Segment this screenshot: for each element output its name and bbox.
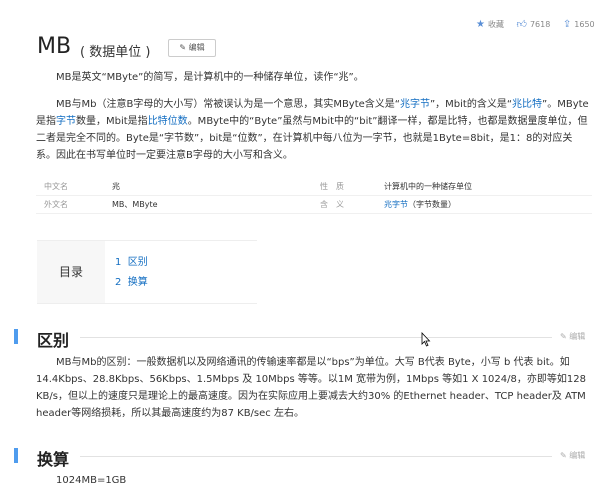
thumbs-up-icon[interactable]: 👍︎ (517, 18, 527, 30)
info-value: MB、MByte (112, 200, 158, 209)
share-count: 1650 (574, 19, 595, 29)
intro-text: 数量，Mbit是指 (76, 116, 148, 127)
section-edit-button[interactable]: ✎ 编辑 (560, 450, 585, 461)
section-divider (80, 337, 552, 338)
share-icon[interactable]: ⇪ (563, 19, 571, 30)
pencil-icon: ✎ (560, 332, 567, 341)
toc-item-difference[interactable]: 1 区别 (115, 253, 148, 268)
section-edit-button[interactable]: ✎ 编辑 (560, 331, 585, 342)
info-key: 性 质 (320, 182, 344, 191)
link-megabyte-info[interactable]: 兆字节 (384, 200, 408, 209)
info-value: 兆 (112, 182, 120, 191)
link-bit-count[interactable]: 比特位数 (148, 116, 188, 127)
link-megabit[interactable]: 兆比特 (512, 99, 542, 110)
pencil-icon: ✎ (560, 451, 567, 460)
info-key: 中文名 (44, 182, 68, 191)
edit-button[interactable]: ✎ 编辑 (168, 39, 216, 57)
intro-paragraph-1: MB是英文“MByte”的简写，是计算机中的一种储存单位，读作“兆”。 (56, 72, 364, 83)
section-edit-label: 编辑 (569, 451, 586, 460)
section-body-conversion: 1024MB=1GB (56, 475, 127, 486)
info-key: 含 义 (320, 200, 344, 209)
toc-title: 目录 (37, 241, 105, 303)
section-body-difference: MB与Mb的区别：一般数据机以及网络通讯的传输速率都是以“bps”为单位。大写 … (36, 357, 586, 419)
info-row: 外文名 MB、MByte 含 义 兆字节（字节数量） (36, 196, 592, 214)
link-byte[interactable]: 字节 (56, 116, 76, 127)
section-title-difference: 区别 (37, 331, 70, 350)
section-marker (14, 448, 18, 463)
info-key: 外文名 (44, 200, 68, 209)
basic-info-table: 中文名 兆 性 质 计算机中的一种储存单位 外文名 MB、MByte 含 义 兆… (36, 178, 592, 214)
section-title-conversion: 换算 (37, 450, 70, 469)
intro-paragraph-2: MB与Mb（注意B字母的大小写）常被误认为是一个意思，其实MByte含义是“兆字… (36, 96, 592, 164)
info-value: 兆字节（字节数量） (384, 196, 456, 213)
mouse-cursor-icon (421, 332, 431, 347)
topbar: ★ 收藏 👍︎ 7618 ⇪ 1650 (476, 18, 600, 34)
page-title: MB (37, 34, 72, 59)
info-value: 计算机中的一种储存单位 (384, 182, 472, 191)
intro-text: MB与Mb（注意B字母的大小写）常被误认为是一个意思，其实MByte含义是“ (56, 99, 400, 110)
toc-number: 1 (115, 257, 122, 268)
info-value-rest: （字节数量） (408, 200, 456, 209)
intro-text: ”，Mbit的含义是“ (429, 99, 513, 110)
toc-label: 换算 (127, 277, 148, 288)
toc-number: 2 (115, 277, 122, 288)
edit-button-label: 编辑 (188, 43, 205, 52)
pencil-icon: ✎ (179, 43, 187, 52)
toc-item-conversion[interactable]: 2 换算 (115, 273, 148, 288)
section-marker (14, 329, 18, 344)
star-icon[interactable]: ★ (476, 19, 485, 30)
info-row: 中文名 兆 性 质 计算机中的一种储存单位 (36, 178, 592, 196)
page-subtitle: ( 数据单位 ) (80, 45, 151, 60)
like-count: 7618 (529, 19, 551, 29)
table-of-contents: 目录 1 区别 2 换算 (37, 240, 257, 304)
toc-label: 区别 (127, 257, 148, 268)
section-divider (80, 456, 552, 457)
favorite-button[interactable]: 收藏 (488, 19, 504, 30)
section-edit-label: 编辑 (569, 332, 586, 341)
link-megabyte[interactable]: 兆字节 (400, 99, 430, 110)
